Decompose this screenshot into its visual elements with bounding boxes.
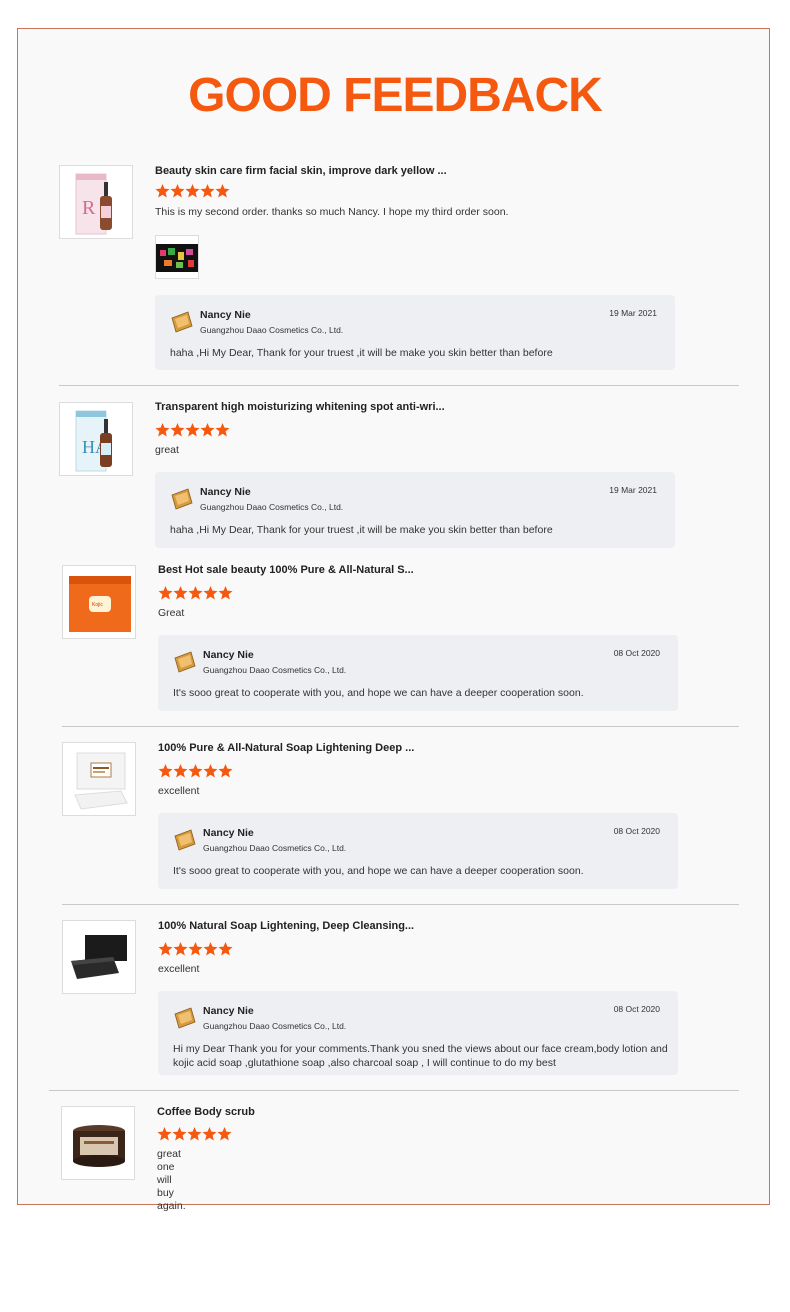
reply-text: haha ,Hi My Dear, Thank for your truest … — [170, 347, 553, 359]
review-divider — [62, 726, 739, 727]
product-thumbnail[interactable] — [62, 920, 136, 994]
product-thumbnail[interactable] — [62, 742, 136, 816]
review-divider — [49, 1090, 739, 1091]
product-title-link[interactable]: Coffee Body scrub — [157, 1106, 255, 1118]
reply-date: 08 Oct 2020 — [613, 826, 660, 836]
reply-date: 08 Oct 2020 — [613, 1004, 660, 1014]
seller-name: Nancy Nie — [203, 649, 254, 661]
product-title-link[interactable]: Beauty skin care firm facial skin, impro… — [155, 165, 447, 177]
seller-company: Guangzhou Daao Cosmetics Co., Ltd. — [203, 843, 347, 853]
star-icon — [188, 942, 203, 956]
star-icon — [172, 1127, 187, 1141]
star-icon — [158, 586, 173, 600]
star-icon — [218, 764, 233, 778]
star-icon — [185, 184, 200, 198]
star-icon — [158, 942, 173, 956]
review-comment: This is my second order. thanks so much … — [155, 206, 509, 218]
page-title: GOOD FEEDBACK — [188, 69, 603, 122]
star-rating — [155, 423, 231, 437]
product-title-link[interactable]: Best Hot sale beauty 100% Pure & All-Nat… — [158, 564, 414, 576]
star-icon — [200, 184, 215, 198]
product-thumbnail[interactable] — [61, 1106, 135, 1180]
star-icon — [157, 1127, 172, 1141]
star-icon — [158, 764, 173, 778]
seller-avatar-icon — [174, 829, 196, 851]
star-icon — [217, 1127, 232, 1141]
review-comment: Great — [158, 607, 185, 619]
reply-date: 08 Oct 2020 — [613, 648, 660, 658]
star-icon — [185, 423, 200, 437]
seller-name: Nancy Nie — [203, 1005, 254, 1017]
seller-avatar-icon — [171, 488, 193, 510]
reply-date: 19 Mar 2021 — [609, 485, 657, 495]
seller-name: Nancy Nie — [200, 486, 251, 498]
seller-reply: Nancy Nie Guangzhou Daao Cosmetics Co., … — [158, 813, 678, 889]
seller-company: Guangzhou Daao Cosmetics Co., Ltd. — [203, 665, 347, 675]
product-title-link[interactable]: 100% Pure & All-Natural Soap Lightening … — [158, 742, 414, 754]
star-icon — [203, 586, 218, 600]
review-divider — [59, 385, 739, 386]
star-icon — [203, 764, 218, 778]
seller-avatar-icon — [171, 311, 193, 333]
star-icon — [200, 423, 215, 437]
svg-text:R: R — [82, 197, 96, 219]
product-thumbnail[interactable]: Kojic — [62, 565, 136, 639]
seller-reply: Nancy Nie Guangzhou Daao Cosmetics Co., … — [155, 472, 675, 548]
seller-name: Nancy Nie — [200, 309, 251, 321]
star-icon — [173, 942, 188, 956]
star-rating — [158, 586, 234, 600]
star-icon — [215, 184, 230, 198]
review-divider — [62, 904, 739, 905]
star-icon — [218, 942, 233, 956]
star-icon — [188, 586, 203, 600]
product-thumbnail[interactable]: R — [59, 165, 133, 239]
reply-text: It's sooo great to cooperate with you, a… — [173, 687, 584, 699]
seller-company: Guangzhou Daao Cosmetics Co., Ltd. — [203, 1021, 347, 1031]
star-icon — [155, 184, 170, 198]
review-comment: great one will buy again. — [157, 1148, 186, 1212]
seller-reply: Nancy Nie Guangzhou Daao Cosmetics Co., … — [158, 635, 678, 711]
star-icon — [173, 764, 188, 778]
seller-reply: Nancy Nie Guangzhou Daao Cosmetics Co., … — [155, 295, 675, 370]
star-icon — [155, 423, 170, 437]
star-icon — [188, 764, 203, 778]
seller-avatar-icon — [174, 651, 196, 673]
reply-text: Hi my Dear Thank you for your comments.T… — [173, 1043, 668, 1069]
product-title-link[interactable]: 100% Natural Soap Lightening, Deep Clean… — [158, 920, 414, 932]
seller-reply: Nancy Nie Guangzhou Daao Cosmetics Co., … — [158, 991, 678, 1075]
star-icon — [215, 423, 230, 437]
svg-text:Kojic: Kojic — [92, 602, 103, 608]
star-rating — [155, 184, 231, 198]
reply-text: It's sooo great to cooperate with you, a… — [173, 865, 584, 877]
seller-company: Guangzhou Daao Cosmetics Co., Ltd. — [200, 502, 344, 512]
star-icon — [170, 184, 185, 198]
star-icon — [203, 942, 218, 956]
review-comment: excellent — [158, 785, 200, 797]
star-icon — [170, 423, 185, 437]
star-rating — [158, 764, 234, 778]
star-icon — [218, 586, 233, 600]
star-icon — [187, 1127, 202, 1141]
seller-name: Nancy Nie — [203, 827, 254, 839]
seller-avatar-icon — [174, 1007, 196, 1029]
product-thumbnail[interactable]: HA — [59, 402, 133, 476]
review-comment: great — [155, 444, 179, 456]
reply-date: 19 Mar 2021 — [609, 308, 657, 318]
seller-company: Guangzhou Daao Cosmetics Co., Ltd. — [200, 325, 344, 335]
review-comment: excellent — [158, 963, 200, 975]
star-icon — [173, 586, 188, 600]
star-rating — [158, 942, 234, 956]
review-photo[interactable] — [155, 235, 199, 279]
star-rating — [157, 1127, 233, 1141]
star-icon — [202, 1127, 217, 1141]
reply-text: haha ,Hi My Dear, Thank for your truest … — [170, 524, 553, 536]
product-title-link[interactable]: Transparent high moisturizing whitening … — [155, 401, 445, 413]
